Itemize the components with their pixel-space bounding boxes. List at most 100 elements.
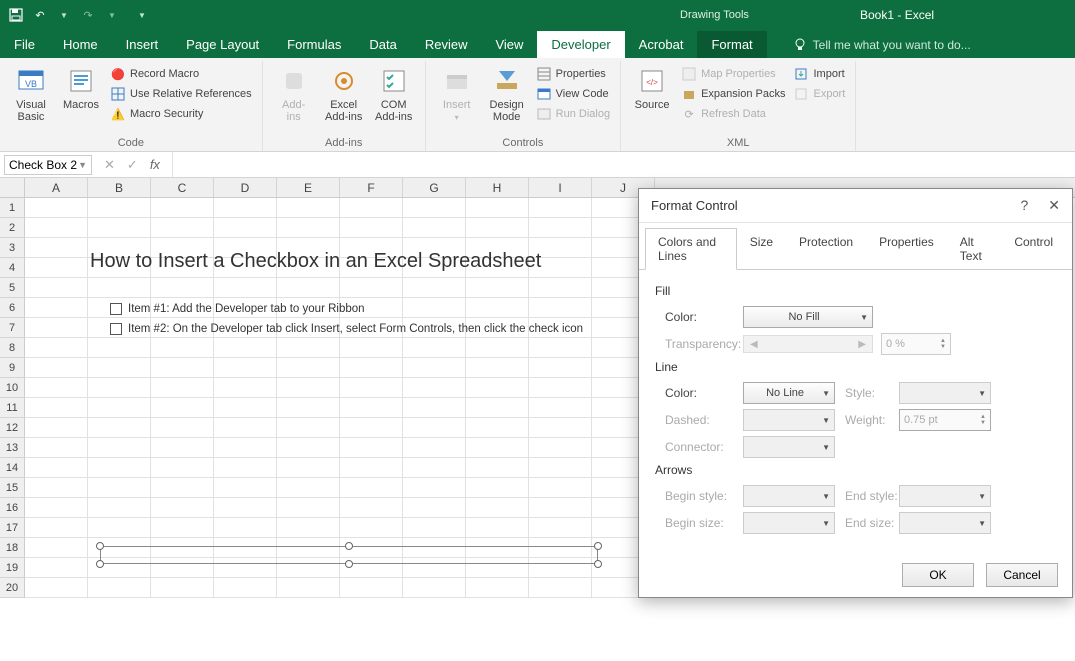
cell[interactable] <box>529 478 592 498</box>
dlg-tab-protection[interactable]: Protection <box>786 228 866 270</box>
row-header[interactable]: 14 <box>0 458 25 478</box>
cell[interactable] <box>25 458 88 478</box>
resize-handle[interactable] <box>345 560 353 568</box>
row-header[interactable]: 1 <box>0 198 25 218</box>
cell[interactable] <box>214 578 277 598</box>
cell[interactable] <box>214 438 277 458</box>
resize-handle[interactable] <box>96 560 104 568</box>
cell[interactable] <box>529 458 592 478</box>
cell[interactable] <box>340 418 403 438</box>
cell[interactable] <box>88 218 151 238</box>
row-header[interactable]: 16 <box>0 498 25 518</box>
cell[interactable] <box>151 518 214 538</box>
row-header[interactable]: 12 <box>0 418 25 438</box>
resize-handle[interactable] <box>345 542 353 550</box>
tab-file[interactable]: File <box>0 31 49 58</box>
row-header[interactable]: 20 <box>0 578 25 598</box>
use-relative-refs-button[interactable]: Use Relative References <box>108 85 254 103</box>
cell[interactable] <box>151 218 214 238</box>
tab-page-layout[interactable]: Page Layout <box>172 31 273 58</box>
resize-handle[interactable] <box>594 542 602 550</box>
cell[interactable] <box>466 338 529 358</box>
cell[interactable] <box>88 518 151 538</box>
cell[interactable] <box>25 298 88 318</box>
cell[interactable] <box>529 218 592 238</box>
qat-customize-icon[interactable]: ▼ <box>134 7 150 23</box>
expansion-packs-button[interactable]: Expansion Packs <box>679 85 787 103</box>
cell[interactable] <box>403 418 466 438</box>
cell[interactable] <box>403 358 466 378</box>
cell[interactable] <box>340 398 403 418</box>
cell[interactable] <box>151 418 214 438</box>
row-header[interactable]: 9 <box>0 358 25 378</box>
row-header[interactable]: 6 <box>0 298 25 318</box>
name-box[interactable]: Check Box 2 ▼ <box>4 155 92 175</box>
cell[interactable] <box>529 398 592 418</box>
tab-view[interactable]: View <box>481 31 537 58</box>
cell[interactable] <box>88 578 151 598</box>
resize-handle[interactable] <box>594 560 602 568</box>
column-header[interactable]: I <box>529 178 592 197</box>
cell[interactable] <box>214 478 277 498</box>
name-box-dropdown-icon[interactable]: ▼ <box>78 160 87 170</box>
cell[interactable] <box>25 258 88 278</box>
cell[interactable] <box>340 198 403 218</box>
formula-input[interactable] <box>172 152 1075 177</box>
cell[interactable] <box>277 378 340 398</box>
weight-spinner[interactable]: 0.75 pt▲▼ <box>899 409 991 431</box>
cell[interactable] <box>25 498 88 518</box>
checkbox-item-2[interactable]: Item #2: On the Developer tab click Inse… <box>110 323 583 335</box>
cell[interactable] <box>403 578 466 598</box>
cell[interactable] <box>403 378 466 398</box>
column-header[interactable]: D <box>214 178 277 197</box>
row-header[interactable]: 11 <box>0 398 25 418</box>
run-dialog-button[interactable]: Run Dialog <box>534 105 612 123</box>
tab-review[interactable]: Review <box>411 31 482 58</box>
close-icon[interactable]: ✕ <box>1048 197 1060 214</box>
cell[interactable] <box>466 518 529 538</box>
import-button[interactable]: Import <box>791 65 847 83</box>
cell[interactable] <box>403 458 466 478</box>
row-header[interactable]: 7 <box>0 318 25 338</box>
xml-source-button[interactable]: </>Source <box>629 63 675 135</box>
cell[interactable] <box>25 518 88 538</box>
cell[interactable] <box>466 378 529 398</box>
cell[interactable] <box>340 218 403 238</box>
checkbox-icon[interactable] <box>110 323 122 335</box>
cell[interactable] <box>25 318 88 338</box>
enter-formula-icon[interactable]: ✓ <box>127 157 138 173</box>
cell[interactable] <box>88 458 151 478</box>
cell[interactable] <box>277 498 340 518</box>
cell[interactable] <box>25 338 88 358</box>
cell[interactable] <box>214 378 277 398</box>
cell[interactable] <box>214 458 277 478</box>
cell[interactable] <box>529 338 592 358</box>
row-header[interactable]: 19 <box>0 558 25 578</box>
column-header[interactable]: E <box>277 178 340 197</box>
cell[interactable] <box>151 478 214 498</box>
cell[interactable] <box>214 218 277 238</box>
cell[interactable] <box>340 338 403 358</box>
cell[interactable] <box>25 438 88 458</box>
cell[interactable] <box>277 418 340 438</box>
cell[interactable] <box>25 538 88 558</box>
cell[interactable] <box>88 378 151 398</box>
cell[interactable] <box>466 418 529 438</box>
cell[interactable] <box>25 578 88 598</box>
macros-button[interactable]: Macros <box>58 63 104 135</box>
cell[interactable] <box>529 378 592 398</box>
cell[interactable] <box>214 338 277 358</box>
cell[interactable] <box>277 438 340 458</box>
cell[interactable] <box>151 378 214 398</box>
tab-insert[interactable]: Insert <box>112 31 173 58</box>
cell[interactable] <box>214 398 277 418</box>
ok-button[interactable]: OK <box>902 563 974 587</box>
cell[interactable] <box>340 478 403 498</box>
cell[interactable] <box>466 478 529 498</box>
cell[interactable] <box>25 278 88 298</box>
cell[interactable] <box>88 398 151 418</box>
cell[interactable] <box>88 438 151 458</box>
cell[interactable] <box>88 338 151 358</box>
cell[interactable] <box>88 478 151 498</box>
cell[interactable] <box>277 478 340 498</box>
